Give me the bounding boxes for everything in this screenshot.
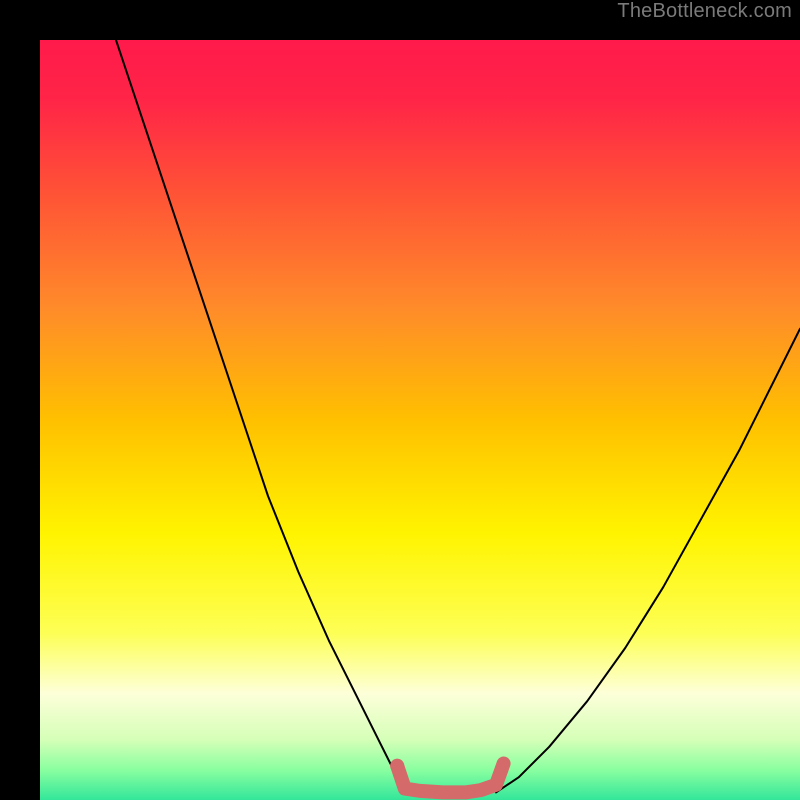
watermark-text: TheBottleneck.com bbox=[617, 0, 792, 23]
bottleneck-chart bbox=[40, 40, 800, 800]
plot-frame bbox=[20, 20, 780, 780]
marker-left-dot bbox=[390, 759, 404, 773]
marker-layer bbox=[390, 759, 404, 773]
